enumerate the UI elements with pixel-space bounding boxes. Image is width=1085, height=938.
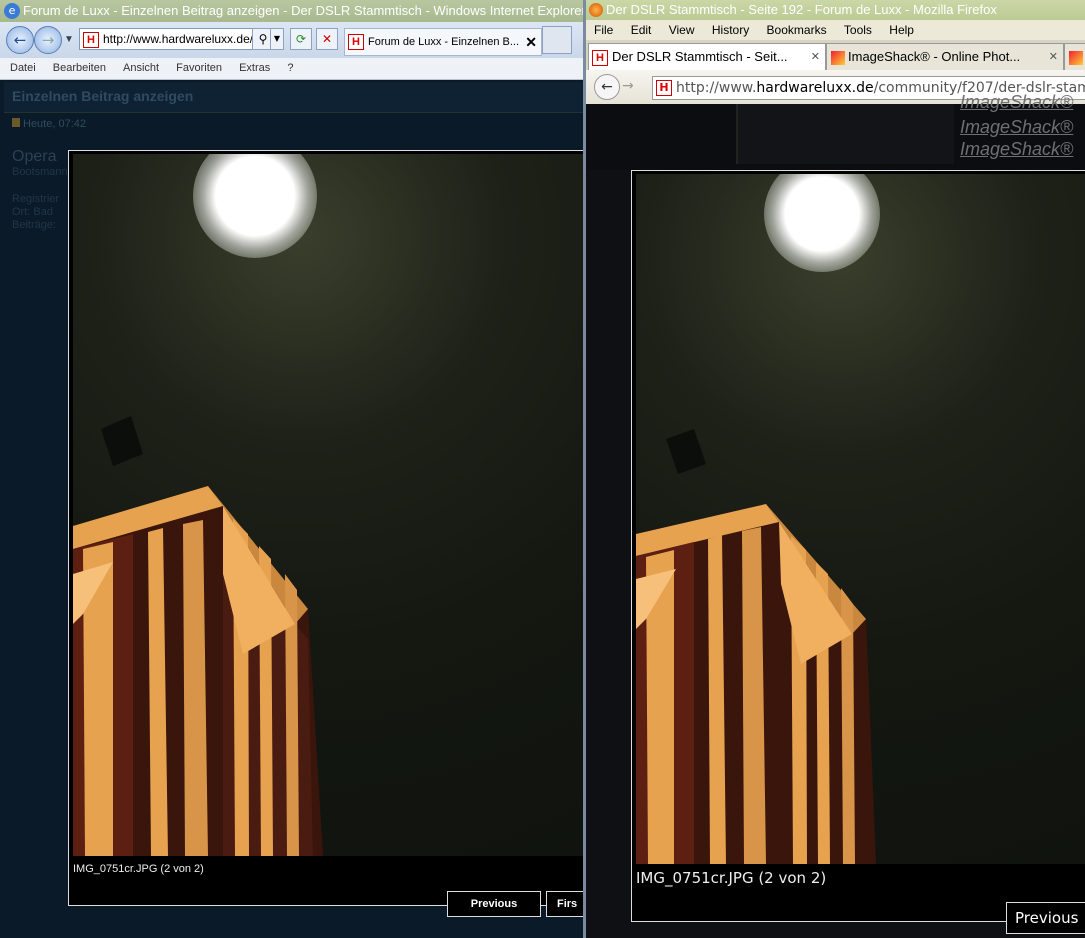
imageshack-link-3[interactable]: ImageShack® xyxy=(960,139,1073,160)
ie-photo-caption: IMG_0751cr.JPG (2 von 2) xyxy=(73,863,204,875)
ie-history-dropdown-icon[interactable]: ▼ xyxy=(64,34,74,45)
post-username[interactable]: Opera xyxy=(12,148,56,166)
ff-back-button[interactable]: ← xyxy=(594,74,620,100)
ff-menu-tools[interactable]: Tools xyxy=(844,23,872,37)
ie-logo-icon: e xyxy=(4,3,20,19)
tower-illustration xyxy=(636,429,876,864)
ie-tab-label: Forum de Luxx - Einzelnen B... xyxy=(368,36,520,48)
imageshack-favicon xyxy=(831,50,845,65)
ff-menu-edit[interactable]: Edit xyxy=(631,23,652,37)
ff-forum-column xyxy=(736,104,954,164)
hardwareluxx-favicon: H xyxy=(83,31,99,48)
ie-menu-bar: Datei Bearbeiten Ansicht Favoriten Extra… xyxy=(0,58,583,80)
ie-tab-close-icon[interactable]: ✕ xyxy=(525,29,537,55)
tower-illustration xyxy=(73,416,323,856)
ie-menu-extras[interactable]: Extras xyxy=(239,62,270,74)
ie-lightbox-photo xyxy=(73,154,583,856)
hardwareluxx-favicon: H xyxy=(348,34,364,51)
imageshack-link-2[interactable]: ImageShack® xyxy=(960,117,1073,138)
ie-previous-button[interactable]: Previous xyxy=(447,891,541,917)
ff-lightbox-photo xyxy=(636,174,1085,864)
ff-url-prefix: http://www. xyxy=(676,80,757,96)
ie-stop-icon[interactable]: ✕ xyxy=(316,28,338,50)
ie-menu-bearbeiten[interactable]: Bearbeiten xyxy=(53,62,106,74)
forum-post-header: Einzelnen Beitrag anzeigen xyxy=(4,82,583,113)
ie-back-button[interactable]: ← xyxy=(6,26,34,54)
ff-tab-stammtisch[interactable]: H Der DSLR Stammtisch - Seit... ✕ xyxy=(588,43,826,70)
ff-forward-button[interactable]: → xyxy=(622,78,634,94)
ie-menu-help[interactable]: ? xyxy=(287,62,293,74)
post-date-text: Heute, 07:42 xyxy=(23,118,86,130)
ff-menu-history[interactable]: History xyxy=(712,23,749,37)
imageshack-favicon xyxy=(1069,50,1083,65)
ff-tab-label: ImageShack® - Online Phot... xyxy=(848,49,1021,64)
ie-address-bar[interactable]: Hhttp://www.hardwareluxx.de/ xyxy=(79,28,253,50)
user-registered: Registrier xyxy=(12,193,60,205)
post-icon xyxy=(12,118,20,127)
ff-tab-close-icon[interactable]: ✕ xyxy=(811,44,820,70)
firefox-logo-icon xyxy=(589,3,603,17)
ie-tab-forum[interactable]: H Forum de Luxx - Einzelnen B... ✕ xyxy=(344,28,542,56)
ie-menu-datei[interactable]: Datei xyxy=(10,62,36,74)
ie-forward-button[interactable]: → xyxy=(34,26,62,54)
user-rank: Bootsmann xyxy=(12,166,68,178)
ie-search-box[interactable] xyxy=(542,26,572,54)
imageshack-link-1[interactable]: ImageShack® xyxy=(960,92,1073,113)
user-location: Ort: Bad xyxy=(12,206,53,218)
ff-menu-view[interactable]: View xyxy=(669,23,695,37)
ie-title-bar: e Forum de Luxx - Einzelnen Beitrag anzei… xyxy=(0,0,583,22)
hardwareluxx-favicon: H xyxy=(656,80,672,96)
ie-menu-ansicht[interactable]: Ansicht xyxy=(123,62,159,74)
ff-tab-more[interactable] xyxy=(1064,43,1085,70)
ff-menu-help[interactable]: Help xyxy=(889,23,914,37)
ie-lightbox: IMG_0751cr.JPG (2 von 2) Previous Firs xyxy=(68,150,583,917)
ff-url-domain: hardwareluxx.de xyxy=(756,80,874,96)
ie-first-button[interactable]: Firs xyxy=(546,891,583,917)
ff-tab-label: Der DSLR Stammtisch - Seit... xyxy=(612,49,788,64)
ie-window: e Forum de Luxx - Einzelnen Beitrag anzei… xyxy=(0,0,583,938)
firefox-window: Der DSLR Stammtisch - Seite 192 - Forum … xyxy=(586,0,1085,938)
ff-tab-imageshack[interactable]: ImageShack® - Online Phot... ✕ xyxy=(826,43,1064,70)
ie-url-text: http://www.hardwareluxx.de/ xyxy=(103,32,253,46)
post-date: Heute, 07:42 xyxy=(12,118,86,130)
ff-title-bar: Der DSLR Stammtisch - Seite 192 - Forum … xyxy=(586,0,1085,20)
ie-title-text: Forum de Luxx - Einzelnen Beitrag anzeig… xyxy=(23,3,583,18)
ff-menu-bookmarks[interactable]: Bookmarks xyxy=(767,23,827,37)
hardwareluxx-favicon: H xyxy=(592,49,608,66)
ff-tab-strip: H Der DSLR Stammtisch - Seit... ✕ ImageSh… xyxy=(586,40,1085,70)
forum-header-text: Einzelnen Beitrag anzeigen xyxy=(12,88,194,104)
ie-address-dropdown-icon[interactable]: ▼ xyxy=(270,28,284,50)
ie-menu-favoriten[interactable]: Favoriten xyxy=(176,62,222,74)
ff-photo-caption: IMG_0751cr.JPG (2 von 2) xyxy=(636,869,827,887)
ff-menu-file[interactable]: File xyxy=(594,23,613,37)
user-posts: Beiträge: xyxy=(12,219,57,231)
ff-menu-bar: File Edit View History Bookmarks Tools H… xyxy=(586,20,1085,40)
ff-title-text: Der DSLR Stammtisch - Seite 192 - Forum … xyxy=(606,2,997,17)
ff-tab-close-icon[interactable]: ✕ xyxy=(1049,44,1058,70)
ff-lightbox: IMG_0751cr.JPG (2 von 2) Previous xyxy=(631,170,1085,934)
ie-refresh-icon[interactable]: ⟳ xyxy=(290,28,312,50)
ff-previous-button[interactable]: Previous xyxy=(1006,902,1085,934)
